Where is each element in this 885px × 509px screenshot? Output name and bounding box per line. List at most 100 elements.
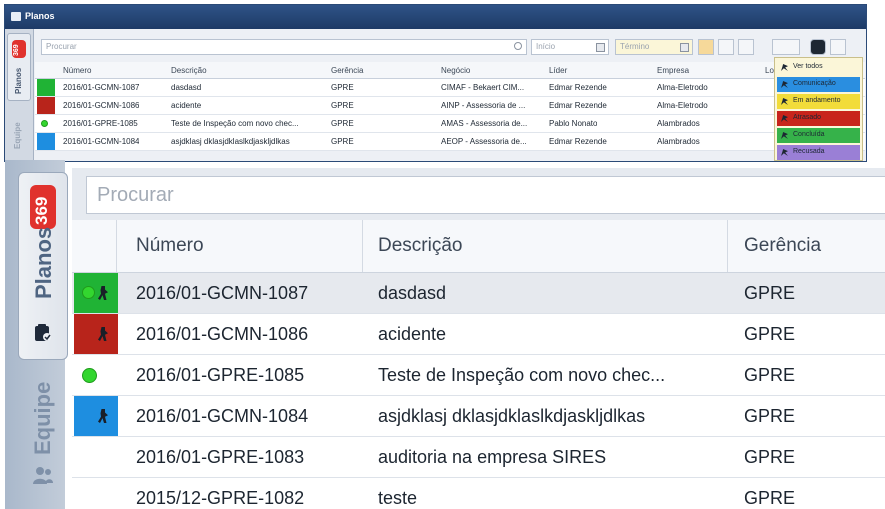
- calendar-icon[interactable]: [596, 43, 605, 52]
- calendar-icon[interactable]: [680, 43, 689, 52]
- table-row[interactable]: 2016/01-GCMN-1087 dasdasd GPRE CIMAF - B…: [35, 79, 865, 97]
- runner-icon: [781, 132, 788, 139]
- row-descricao: dasdasd: [378, 283, 447, 303]
- col-descricao[interactable]: Descrição: [378, 235, 462, 257]
- window-titlebar: Planos: [5, 5, 866, 29]
- zoomed-view: 369 Planos Equipe Procurar Número Descri…: [0, 160, 885, 509]
- status-indicator: [74, 314, 118, 354]
- row-empresa: Alambrados: [657, 119, 700, 128]
- row-descricao: dasdasd: [171, 83, 202, 92]
- row-descricao: asjdklasj dklasjdklaslkdjaskljdlkas: [378, 406, 646, 426]
- row-descricao: auditoria na empresa SIRES: [378, 447, 607, 467]
- table-row[interactable]: 2016/01-GCMN-1086 acidente GPRE: [72, 314, 885, 355]
- table-row[interactable]: 2016/01-GCMN-1084 asjdklasj dklasjdklasl…: [72, 396, 885, 437]
- row-descricao: Teste de Inspeção com novo chec...: [378, 365, 666, 385]
- runner-icon: [781, 64, 788, 71]
- row-lider: Edmar Rezende: [549, 101, 607, 110]
- row-numero: 2016/01-GCMN-1086: [136, 324, 309, 344]
- runner-icon: [98, 327, 108, 341]
- overview-date-start[interactable]: Início: [531, 39, 609, 55]
- runner-icon: [98, 409, 108, 423]
- row-empresa: Alma-Eletrodo: [657, 83, 708, 92]
- filter-option-comunicacao[interactable]: Comunicação: [777, 77, 860, 92]
- runner-icon: [781, 81, 788, 88]
- row-numero: 2016/01-GCMN-1086: [63, 101, 140, 110]
- status-indicator: [74, 273, 118, 313]
- row-negocio: CIMAF - Bekaert CIM...: [441, 83, 525, 92]
- filter-option-recusada[interactable]: Recusada: [777, 145, 860, 160]
- filter-option-atrasado[interactable]: Atrasado: [777, 111, 860, 126]
- overview-tab-planos[interactable]: 369 Planos: [7, 33, 31, 101]
- status-filter-dropdown[interactable]: [772, 39, 800, 55]
- overview-date-end[interactable]: Término: [615, 39, 693, 55]
- team-icon: [33, 467, 53, 484]
- row-gerencia: GPRE: [744, 365, 796, 385]
- status-dot-icon: [82, 368, 97, 383]
- table-row[interactable]: 2016/01-GPRE-1085 Teste de Inspeção com …: [72, 355, 885, 396]
- col-negocio[interactable]: Negócio: [441, 66, 470, 75]
- runner-icon: [98, 286, 108, 300]
- status-indicator: [74, 355, 118, 395]
- chat-icon[interactable]: [810, 39, 826, 55]
- list-icon[interactable]: [830, 39, 846, 55]
- status-indicator: [37, 97, 55, 114]
- table-row[interactable]: 2016/01-GCMN-1086 acidente GPRE AINP - A…: [35, 97, 865, 115]
- column-divider: [116, 220, 117, 272]
- clipboard-icon: [35, 324, 51, 341]
- row-descricao: Teste de Inspeção com novo chec...: [171, 119, 299, 128]
- row-lider: Edmar Rezende: [549, 137, 607, 146]
- filter-option-ver-todos[interactable]: Ver todos: [777, 60, 860, 75]
- sidebar: 369 Planos Equipe: [5, 160, 68, 509]
- col-local[interactable]: Lo: [765, 66, 774, 75]
- row-empresa: Alambrados: [657, 137, 700, 146]
- col-numero[interactable]: Número: [136, 235, 204, 257]
- row-numero: 2016/01-GCMN-1087: [136, 283, 309, 303]
- row-negocio: AINP - Assessoria de ...: [441, 101, 526, 110]
- row-numero: 2016/01-GPRE-1083: [136, 447, 305, 467]
- table-row[interactable]: 2016/01-GPRE-1083 auditoria na empresa S…: [72, 437, 885, 478]
- row-gerencia: GPRE: [744, 324, 796, 344]
- table-row[interactable]: 2016/01-GCMN-1084 asjdklasj dklasjdklasl…: [35, 133, 865, 151]
- tab-equipe[interactable]: Equipe: [18, 365, 66, 505]
- filter-option-em-andamento[interactable]: Em andamento: [777, 94, 860, 109]
- row-negocio: AEOP - Assessoria de...: [441, 137, 527, 146]
- col-descricao[interactable]: Descrição: [171, 66, 207, 75]
- column-divider: [727, 220, 728, 272]
- col-empresa[interactable]: Empresa: [657, 66, 689, 75]
- row-lider: Pablo Nonato: [549, 119, 598, 128]
- tab-equipe-label: Equipe: [30, 381, 55, 455]
- planos-count-badge: 369: [30, 185, 56, 229]
- row-gerencia: GPRE: [744, 406, 796, 426]
- zoom-icon[interactable]: [718, 39, 734, 55]
- row-numero: 2016/01-GPRE-1085: [63, 119, 138, 128]
- table-header: Número Descrição Gerência: [72, 220, 885, 273]
- table-row[interactable]: 2015/12-GPRE-1082 teste GPRE: [72, 478, 885, 509]
- runner-icon: [781, 115, 788, 122]
- col-gerencia[interactable]: Gerência: [331, 66, 363, 75]
- tag-icon[interactable]: [698, 39, 714, 55]
- overview-tab-equipe[interactable]: Equipe: [13, 122, 22, 149]
- search-input[interactable]: Procurar: [86, 176, 885, 214]
- col-lider[interactable]: Líder: [549, 66, 567, 75]
- row-numero: 2016/01-GCMN-1087: [63, 83, 140, 92]
- runner-icon: [781, 149, 788, 156]
- row-descricao: acidente: [378, 324, 447, 344]
- col-gerencia[interactable]: Gerência: [744, 235, 821, 257]
- tab-planos-label: Planos: [31, 226, 56, 299]
- row-empresa: Alma-Eletrodo: [657, 101, 708, 110]
- search-bar: Procurar: [72, 168, 885, 221]
- col-numero[interactable]: Número: [63, 66, 91, 75]
- status-indicator: [37, 133, 55, 150]
- row-numero: 2016/01-GCMN-1084: [63, 137, 140, 146]
- filter-option-concluida[interactable]: Concluída: [777, 128, 860, 143]
- row-numero: 2016/01-GCMN-1084: [136, 406, 309, 426]
- overview-search-input[interactable]: Procurar: [41, 39, 527, 55]
- table-row[interactable]: 2016/01-GCMN-1087 dasdasd GPRE: [72, 273, 885, 314]
- flag-icon[interactable]: [738, 39, 754, 55]
- row-gerencia: GPRE: [744, 283, 796, 303]
- search-icon[interactable]: [514, 42, 522, 50]
- row-gerencia: GPRE: [331, 119, 354, 128]
- tab-planos[interactable]: 369 Planos: [18, 172, 68, 360]
- table-row[interactable]: 2016/01-GPRE-1085 Teste de Inspeção com …: [35, 115, 865, 133]
- status-filter-menu: Ver todos Comunicação Em andamento Atras…: [774, 57, 863, 161]
